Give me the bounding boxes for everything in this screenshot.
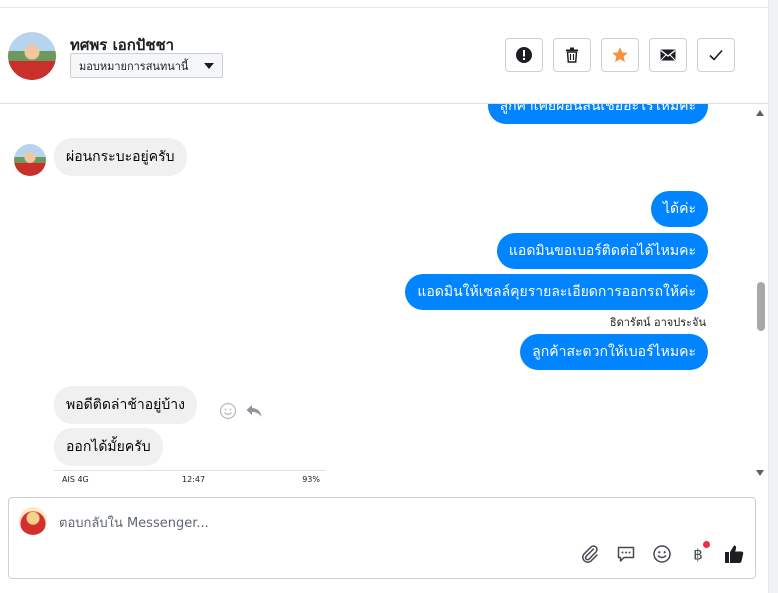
conversation-header: ทศพร เอกปัชชา มอบหมายการสนทนานี้ xyxy=(0,8,768,104)
mark-unread-button[interactable] xyxy=(649,38,687,72)
page-avatar xyxy=(19,507,47,535)
star-button[interactable] xyxy=(601,38,639,72)
checkmark-icon xyxy=(709,49,723,61)
top-border xyxy=(0,0,768,8)
scrollbar-thumb[interactable] xyxy=(757,282,765,331)
right-edge-panel xyxy=(768,0,778,593)
message-bubble-incoming[interactable]: พอดีติดล่าช้าอยู่บ้าง xyxy=(54,386,197,424)
baht-payment-icon[interactable]: ฿ xyxy=(687,541,710,565)
sender-name: ธิดารัตน์ อาจประจัน xyxy=(609,316,706,329)
message-bubble-outgoing[interactable]: แอดมินให้เซลล์คุยรายละเอียดการออกรถให้ค่… xyxy=(405,274,708,310)
message-bubble-incoming[interactable]: ผ่อนกระบะอยู่ครับ xyxy=(54,138,187,176)
mark-spam-button[interactable] xyxy=(505,38,543,72)
image-attachment-preview[interactable]: AIS 4G 12:47 93% xyxy=(54,470,326,484)
like-icon[interactable] xyxy=(723,543,745,565)
react-smiley-icon[interactable] xyxy=(218,401,238,421)
scroll-down-arrow-icon[interactable] xyxy=(756,470,764,476)
svg-text:฿: ฿ xyxy=(693,546,703,564)
message-actions xyxy=(218,401,264,421)
caret-down-icon xyxy=(204,62,214,69)
assign-conversation-dropdown[interactable]: มอบหมายการสนทนานี้ xyxy=(70,53,223,78)
message-list: ลูกค้าเคยผ่อนสินเชื่ออะไรไหมคะ ผ่อนกระบะ… xyxy=(0,104,752,484)
exclamation-icon xyxy=(516,47,532,63)
trash-icon xyxy=(566,47,578,63)
message-bubble-outgoing[interactable]: แอดมินขอเบอร์ติดต่อได้ไหมคะ xyxy=(496,233,708,269)
preview-battery: 93% xyxy=(302,474,320,484)
saved-reply-icon[interactable] xyxy=(615,543,637,565)
delete-button[interactable] xyxy=(553,38,591,72)
message-bubble-incoming[interactable]: ออกได้มั้ยครับ xyxy=(54,428,163,466)
envelope-icon xyxy=(660,49,676,61)
assign-label: มอบหมายการสนทนานี้ xyxy=(79,59,189,73)
reply-input[interactable] xyxy=(57,512,661,534)
reply-composer: ฿ xyxy=(8,497,756,579)
emoji-icon[interactable] xyxy=(651,543,673,565)
message-bubble-outgoing[interactable]: ลูกค้าเคยผ่อนสินเชื่ออะไรไหมคะ xyxy=(487,104,708,124)
star-icon xyxy=(612,47,628,62)
preview-time: 12:47 xyxy=(182,474,206,484)
contact-avatar[interactable] xyxy=(8,32,56,80)
composer-toolbar: ฿ xyxy=(579,541,745,565)
reply-arrow-icon[interactable] xyxy=(244,401,264,421)
mark-done-button[interactable] xyxy=(697,38,735,72)
message-bubble-outgoing[interactable]: ได้ค่ะ xyxy=(650,191,708,227)
scroll-up-arrow-icon[interactable] xyxy=(756,110,764,116)
customer-avatar[interactable] xyxy=(14,144,46,176)
notification-dot xyxy=(703,541,710,548)
attachment-icon[interactable] xyxy=(579,543,601,565)
message-bubble-outgoing[interactable]: ลูกค้าสะดวกให้เบอร์ไหมคะ xyxy=(520,334,708,370)
preview-carrier: AIS 4G xyxy=(62,474,89,484)
